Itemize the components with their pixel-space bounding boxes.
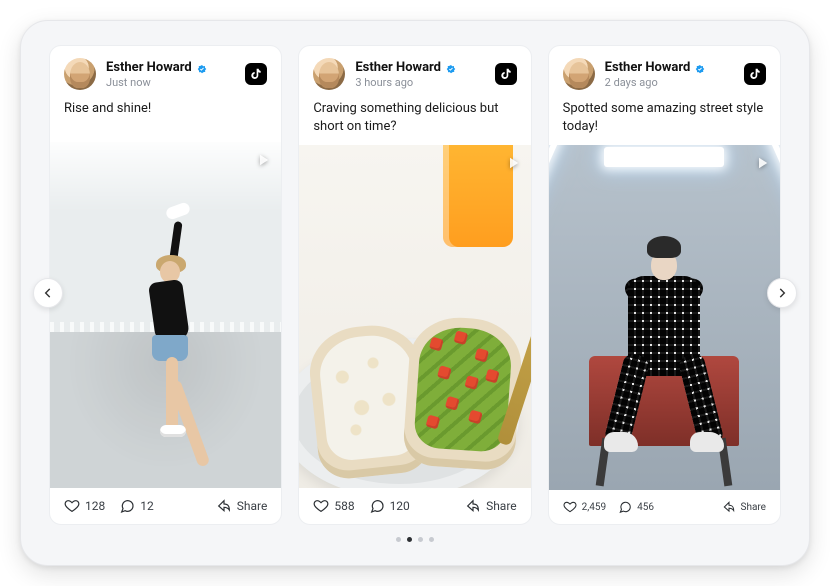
- play-icon[interactable]: [503, 153, 523, 173]
- like-count: 588: [334, 499, 354, 513]
- share-label: Share: [237, 499, 268, 513]
- post-caption: Spotted some amazing street style today!: [549, 98, 780, 145]
- carousel-next-button[interactable]: [767, 278, 797, 308]
- post-card: Esther Howard Just now Rise and shine!: [49, 45, 282, 525]
- like-button[interactable]: 128: [64, 498, 105, 514]
- post-footer: 2,459 456 Share: [549, 490, 780, 524]
- username[interactable]: Esther Howard: [106, 60, 192, 75]
- avatar[interactable]: [313, 58, 345, 90]
- post-carousel: Esther Howard Just now Rise and shine!: [49, 45, 781, 525]
- like-count: 2,459: [582, 502, 606, 513]
- post-footer: 588 120 Share: [299, 488, 530, 524]
- username[interactable]: Esther Howard: [605, 60, 691, 75]
- share-button[interactable]: Share: [722, 500, 766, 514]
- carousel-prev-button[interactable]: [33, 278, 63, 308]
- device-frame: Esther Howard Just now Rise and shine!: [20, 20, 810, 566]
- post-card: Esther Howard 2 days ago Spotted some am…: [548, 45, 781, 525]
- verified-badge-icon: [196, 61, 208, 73]
- post-caption: Rise and shine!: [50, 98, 281, 142]
- timestamp: 3 hours ago: [355, 76, 484, 89]
- user-block: Esther Howard 3 hours ago: [355, 60, 484, 89]
- username[interactable]: Esther Howard: [355, 60, 441, 75]
- verified-badge-icon: [445, 61, 457, 73]
- share-label: Share: [486, 499, 517, 513]
- timestamp: Just now: [106, 76, 235, 89]
- like-count: 128: [85, 499, 105, 513]
- share-button[interactable]: Share: [216, 498, 268, 514]
- share-label: Share: [741, 502, 766, 513]
- post-media[interactable]: [299, 145, 530, 488]
- comment-count: 456: [637, 502, 654, 513]
- chevron-right-icon: [775, 286, 789, 300]
- post-header: Esther Howard 2 days ago: [549, 46, 780, 98]
- comment-count: 120: [390, 499, 410, 513]
- carousel-dot[interactable]: [418, 537, 423, 542]
- carousel-dots: [49, 537, 781, 542]
- comment-button[interactable]: 120: [369, 498, 410, 514]
- chevron-left-icon: [41, 286, 55, 300]
- play-icon[interactable]: [752, 153, 772, 173]
- tiktok-icon: [744, 63, 766, 85]
- post-header: Esther Howard 3 hours ago: [299, 46, 530, 98]
- post-card: Esther Howard 3 hours ago Craving someth…: [298, 45, 531, 525]
- like-button[interactable]: 2,459: [563, 500, 606, 514]
- play-icon[interactable]: [253, 150, 273, 170]
- post-media[interactable]: [50, 142, 281, 488]
- post-header: Esther Howard Just now: [50, 46, 281, 98]
- comment-button[interactable]: 456: [618, 500, 654, 514]
- carousel-dot[interactable]: [396, 537, 401, 542]
- timestamp: 2 days ago: [605, 76, 734, 89]
- tiktok-icon: [245, 63, 267, 85]
- verified-badge-icon: [694, 61, 706, 73]
- avatar[interactable]: [563, 58, 595, 90]
- avatar[interactable]: [64, 58, 96, 90]
- user-block: Esther Howard Just now: [106, 60, 235, 89]
- post-caption: Craving something delicious but short on…: [299, 98, 530, 145]
- comment-button[interactable]: 12: [119, 498, 154, 514]
- share-button[interactable]: Share: [465, 498, 517, 514]
- comment-count: 12: [140, 499, 154, 513]
- post-footer: 128 12 Share: [50, 488, 281, 524]
- post-media[interactable]: [549, 145, 780, 490]
- user-block: Esther Howard 2 days ago: [605, 60, 734, 89]
- carousel-dot[interactable]: [407, 537, 412, 542]
- carousel-dot[interactable]: [429, 537, 434, 542]
- tiktok-icon: [495, 63, 517, 85]
- like-button[interactable]: 588: [313, 498, 354, 514]
